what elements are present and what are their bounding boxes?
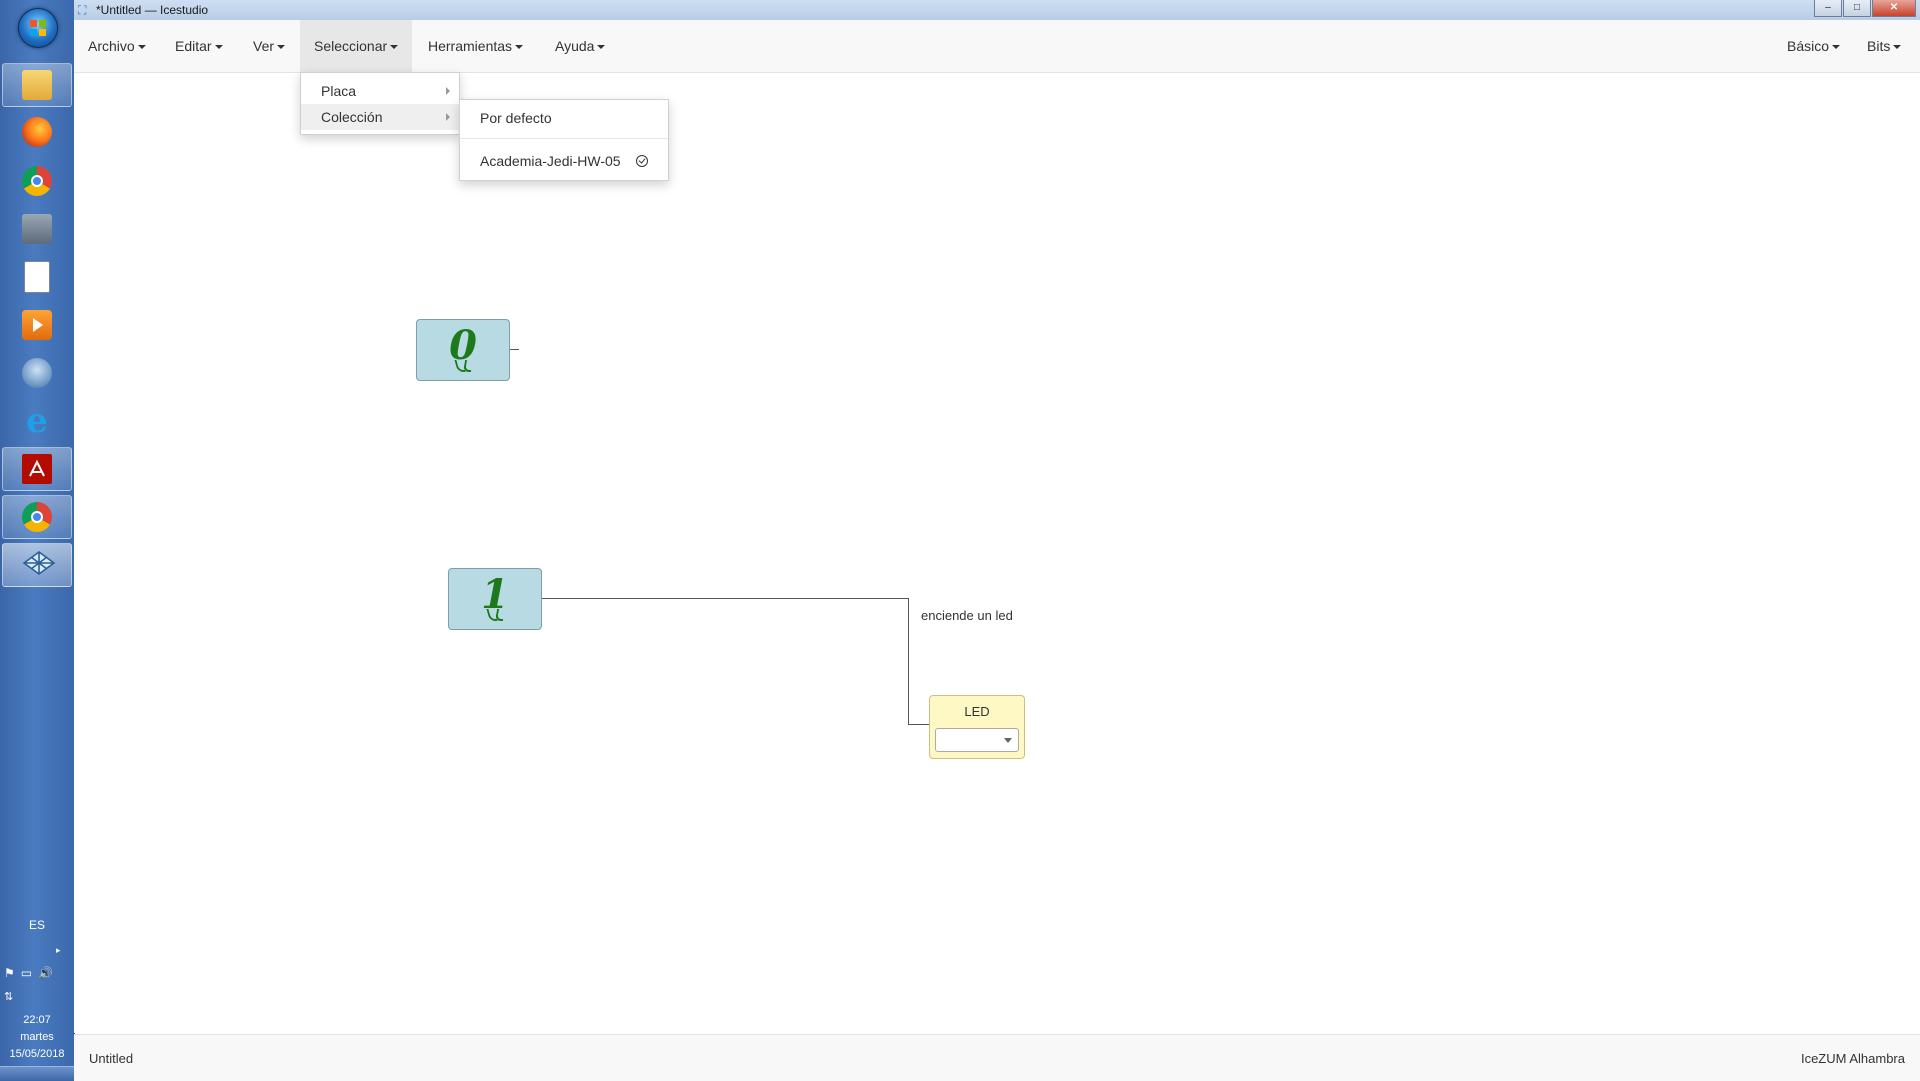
caret-down-icon [390,45,399,50]
taskbar-explorer-button[interactable] [2,63,72,107]
clock-day: martes [20,1031,54,1043]
menu-ayuda[interactable]: Ayuda [541,20,619,72]
icestudio-icon: ⛶ [78,3,87,17]
project-name: Untitled [89,1051,134,1066]
close-button[interactable]: ✕ [1872,0,1916,17]
clock-time: 22:07 [23,1014,51,1026]
caret-down-icon [137,45,146,50]
volume-icon[interactable]: 🔊 [38,966,53,980]
maximize-button[interactable]: □ [1843,0,1871,17]
menu-editar-label: Editar [175,38,212,54]
block-legs-icon [452,360,474,372]
minimize-button[interactable]: – [1814,0,1842,17]
block-legs-icon [484,609,506,621]
output-port-stub[interactable] [510,349,519,350]
menu-divider [460,138,668,139]
display-icon[interactable]: ▭ [21,966,32,980]
wire-segment-vertical[interactable] [908,598,909,725]
collection-item-label: Por defecto [480,110,552,126]
taskbar-acrobat-button[interactable] [2,447,72,491]
seleccionar-dropdown: Placa Colección [300,72,460,135]
tray-expand-icon[interactable]: ▸ [56,945,61,956]
menu-item-coleccion-label: Colección [321,109,383,125]
wire-segment-horizontal[interactable] [542,598,909,599]
icestudio-icon [22,550,56,580]
collection-item-label: Academia-Jedi-HW-05 [480,153,621,169]
check-circle-icon [636,155,648,167]
firefox-icon [22,117,52,147]
board-name[interactable]: IceZUM Alhambra [1801,1051,1905,1066]
caret-down-icon [1893,45,1902,50]
clock-date: 15/05/2018 [9,1048,65,1060]
led-output-block[interactable]: LED [929,695,1025,759]
window-title: *Untitled — Icestudio [96,3,209,17]
menu-archivo-label: Archivo [88,38,135,54]
taskbar-internet-explorer-button[interactable]: e [2,399,72,443]
chrome-icon [22,502,52,532]
menu-item-placa[interactable]: Placa [301,78,459,104]
menu-herramientas[interactable]: Herramientas [414,20,537,72]
menu-seleccionar[interactable]: Seleccionar [300,20,413,72]
taskbar-chrome-window-button[interactable] [2,495,72,539]
menu-herramientas-label: Herramientas [428,38,513,54]
windows-explorer-icon [22,70,52,100]
comment-text[interactable]: enciende un led [921,608,1013,623]
window-title-bar: ⛶ *Untitled — Icestudio – □ ✕ [74,0,1920,21]
network-alert-icon[interactable]: ⚑ [4,966,15,980]
menu-archivo[interactable]: Archivo [74,20,160,72]
menu-bits-label: Bits [1867,38,1891,54]
constant-block-1[interactable]: 1 [448,568,542,630]
menu-editar[interactable]: Editar [161,20,237,72]
menu-seleccionar-label: Seleccionar [314,38,388,54]
acrobat-pdf-icon [22,454,52,484]
status-footer: Untitled IceZUM Alhambra [74,1034,1920,1081]
start-button[interactable] [18,8,58,48]
taskbar-media-player-button[interactable] [2,303,72,347]
taskbar-chrome-button[interactable] [2,159,72,203]
menu-basico-label: Básico [1787,38,1830,54]
windows-taskbar: e ES ▸ ⚑ ▭ 🔊 ⇅ 22:07 martes 15/05/2018 [0,0,75,1081]
submenu-arrow-icon [446,113,450,121]
taskbar-firefox-button[interactable] [2,110,72,154]
taskbar-file-manager-button[interactable] [2,207,72,251]
thunderbird-icon [22,358,52,388]
menu-item-placa-label: Placa [321,83,357,99]
file-manager-icon [22,214,52,244]
caret-down-icon [515,45,524,50]
led-block-label: LED [964,704,990,719]
taskbar-thunderbird-button[interactable] [2,351,72,395]
design-canvas[interactable]: 0 1 enciende un led LED [74,73,1920,1033]
internet-explorer-icon: e [26,401,48,441]
submenu-arrow-icon [446,87,450,95]
led-pin-select[interactable] [935,728,1019,752]
menu-ver-label: Ver [253,38,275,54]
coleccion-submenu: Por defecto Academia-Jedi-HW-05 [459,99,669,181]
clock[interactable]: 22:07 martes 15/05/2018 [0,1012,74,1063]
menu-bar: Archivo Editar Ver Seleccionar Herramien… [74,20,1920,73]
menu-item-coleccion[interactable]: Colección [301,104,459,130]
language-indicator[interactable]: ES [0,918,74,932]
collection-item-por-defecto[interactable]: Por defecto [460,105,668,131]
caret-down-icon [597,45,606,50]
show-desktop-button[interactable] [0,1066,74,1081]
media-player-icon [22,310,52,340]
menu-basico[interactable]: Básico [1773,20,1854,72]
caret-down-icon [277,45,286,50]
taskbar-icestudio-button[interactable] [2,543,72,587]
collection-item-academia-jedi[interactable]: Academia-Jedi-HW-05 [460,148,668,174]
constant-block-0[interactable]: 0 [416,319,510,381]
sync-icon[interactable]: ⇅ [4,990,13,1003]
menu-ver[interactable]: Ver [239,20,299,72]
chrome-icon [22,166,52,196]
window-controls: – □ ✕ [1814,0,1916,17]
dropdown-arrow-icon [1004,738,1012,743]
system-tray: ⚑ ▭ 🔊 [4,966,70,980]
caret-down-icon [214,45,223,50]
menu-ayuda-label: Ayuda [555,38,595,54]
taskbar-document-button[interactable] [2,255,72,299]
menu-bits[interactable]: Bits [1853,20,1915,72]
document-icon [24,261,50,293]
caret-down-icon [1832,45,1841,50]
